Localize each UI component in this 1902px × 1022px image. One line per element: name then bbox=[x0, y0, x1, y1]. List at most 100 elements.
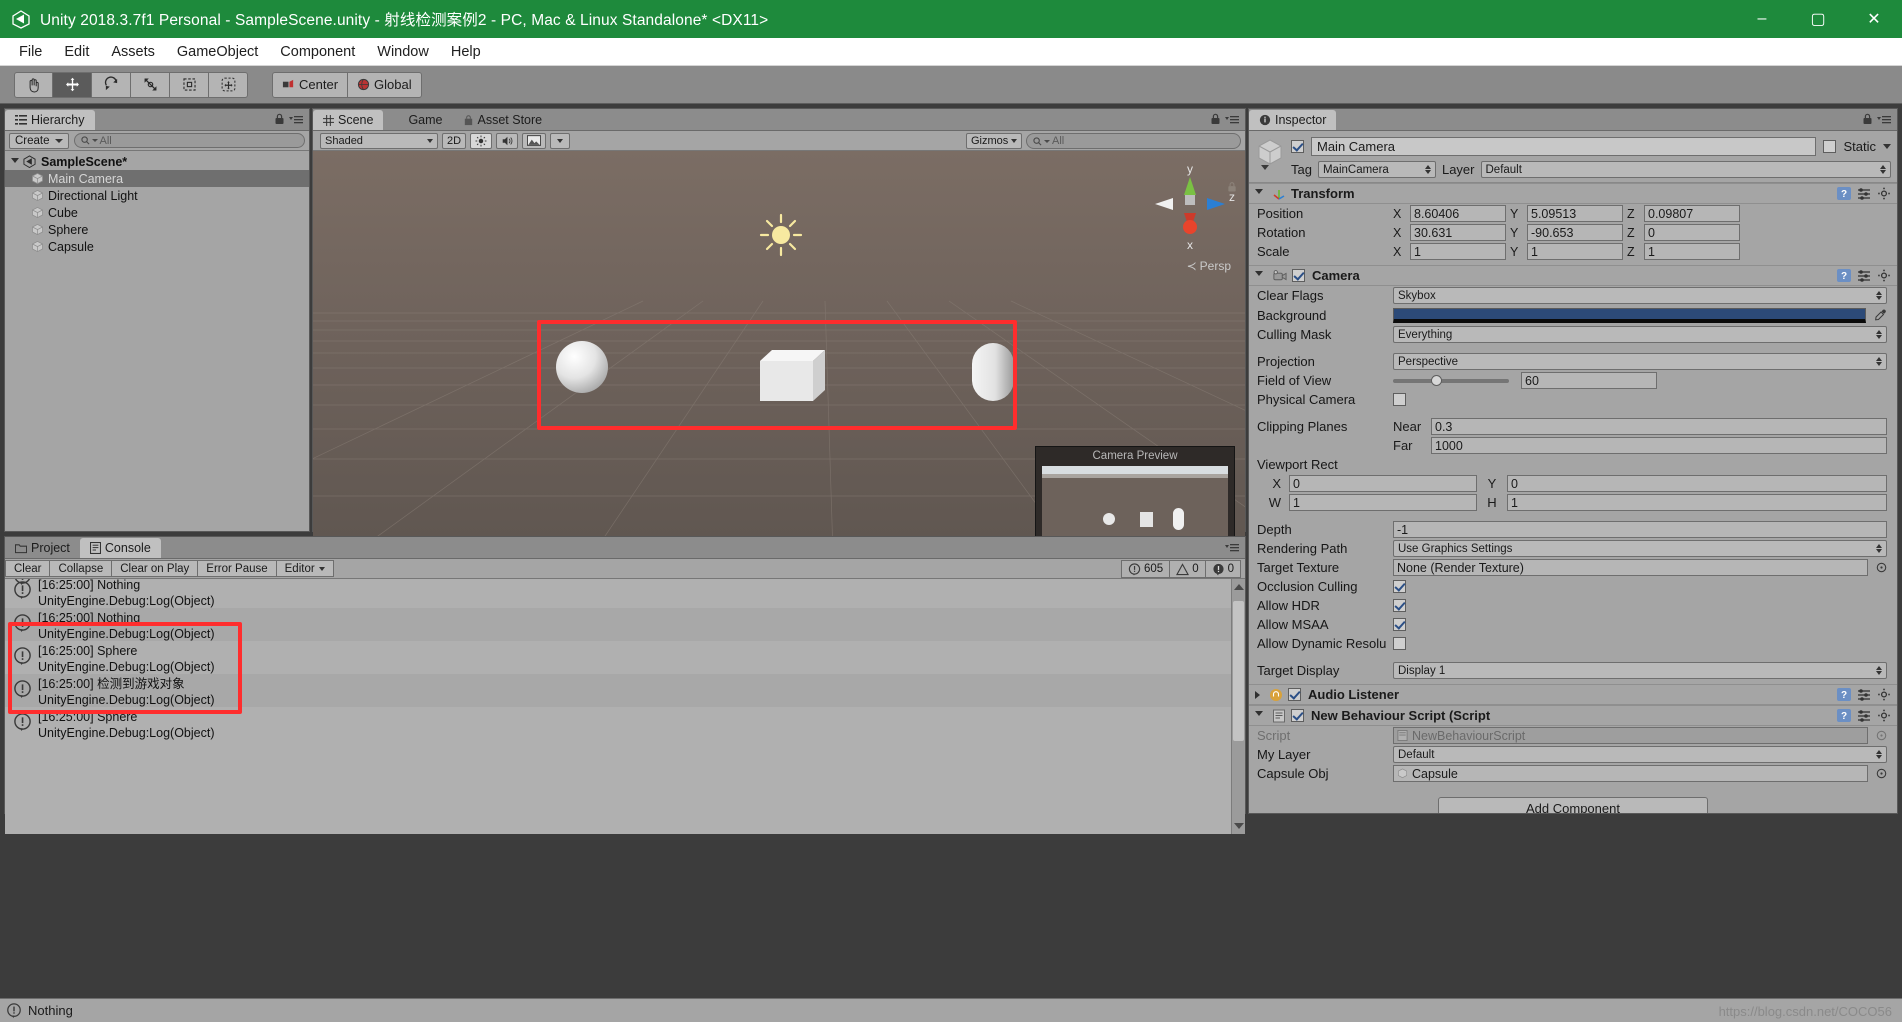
hierarchy-item-main-camera[interactable]: Main Camera bbox=[5, 170, 309, 187]
hierarchy-scene-row[interactable]: SampleScene* bbox=[5, 153, 309, 170]
menu-file[interactable]: File bbox=[8, 41, 53, 63]
scene-audio-toggle[interactable] bbox=[496, 132, 519, 149]
info-count[interactable]: 605 bbox=[1121, 560, 1171, 578]
chevron-right-icon[interactable] bbox=[1255, 711, 1263, 720]
allow-dynamic-resolution-checkbox[interactable] bbox=[1393, 637, 1406, 650]
rotation-y-field[interactable]: -90.653 bbox=[1527, 224, 1623, 241]
minimize-button[interactable]: – bbox=[1734, 0, 1790, 38]
layer-dropdown[interactable]: Default bbox=[1480, 161, 1891, 178]
gizmos-dropdown[interactable]: Gizmos bbox=[966, 133, 1022, 149]
preset-icon[interactable] bbox=[1857, 709, 1871, 722]
my-layer-dropdown[interactable]: Default bbox=[1393, 746, 1887, 763]
collapse-button[interactable]: Collapse bbox=[50, 560, 113, 577]
chevron-right-icon[interactable] bbox=[1255, 690, 1260, 699]
log-row[interactable]: [16:25:00] Nothing UnityEngine.Debug:Log… bbox=[5, 579, 1245, 608]
gear-icon[interactable] bbox=[1877, 688, 1891, 701]
menu-window[interactable]: Window bbox=[366, 41, 440, 63]
static-checkbox[interactable] bbox=[1823, 140, 1837, 153]
object-picker-icon[interactable] bbox=[1876, 562, 1887, 573]
rotation-z-field[interactable]: 0 bbox=[1644, 224, 1740, 241]
background-color-swatch[interactable] bbox=[1393, 307, 1866, 323]
two-d-toggle[interactable]: 2D bbox=[442, 132, 467, 149]
hierarchy-item-capsule[interactable]: Capsule bbox=[5, 238, 309, 255]
editor-dropdown[interactable]: Editor bbox=[276, 560, 334, 577]
create-button[interactable]: Create bbox=[9, 132, 69, 149]
help-icon[interactable]: ? bbox=[1837, 709, 1851, 722]
near-field[interactable]: 0.3 bbox=[1431, 418, 1887, 435]
viewport-w-field[interactable]: 1 bbox=[1289, 494, 1477, 511]
chevron-down-icon[interactable] bbox=[1883, 144, 1891, 149]
menu-help[interactable]: Help bbox=[440, 41, 492, 63]
chevron-right-icon[interactable] bbox=[1255, 189, 1263, 198]
hierarchy-item-cube[interactable]: Cube bbox=[5, 204, 309, 221]
tab-scene[interactable]: Scene bbox=[313, 110, 384, 130]
menu-assets[interactable]: Assets bbox=[100, 41, 166, 63]
hierarchy-item-directional-light[interactable]: Directional Light bbox=[5, 187, 309, 204]
warning-count[interactable]: 0 bbox=[1170, 560, 1206, 578]
clear-button[interactable]: Clear bbox=[5, 560, 51, 577]
scroll-down-arrow[interactable] bbox=[1234, 823, 1244, 829]
menu-gameobject[interactable]: GameObject bbox=[166, 41, 269, 63]
script-enabled-checkbox[interactable] bbox=[1291, 709, 1304, 722]
help-icon[interactable]: ? bbox=[1837, 688, 1851, 701]
panel-menu-icon[interactable] bbox=[1225, 541, 1239, 553]
transform-tool-button[interactable] bbox=[209, 71, 248, 98]
object-picker-icon[interactable] bbox=[1876, 768, 1887, 779]
gear-icon[interactable] bbox=[1877, 187, 1891, 200]
scale-y-field[interactable]: 1 bbox=[1527, 243, 1623, 260]
scene-fx-toggle[interactable] bbox=[522, 132, 547, 149]
maximize-button[interactable]: ▢ bbox=[1790, 0, 1846, 38]
panel-menu-icon[interactable] bbox=[289, 113, 303, 125]
chevron-down-icon[interactable] bbox=[11, 158, 19, 167]
gear-icon[interactable] bbox=[1877, 269, 1891, 282]
error-count[interactable]: 0 bbox=[1205, 560, 1241, 578]
capsule-obj-field[interactable]: Capsule bbox=[1393, 765, 1868, 782]
camera-enabled-checkbox[interactable] bbox=[1292, 269, 1305, 282]
camera-component-header[interactable]: Camera ? bbox=[1249, 265, 1897, 286]
rect-tool-button[interactable] bbox=[170, 71, 209, 98]
add-component-button[interactable]: Add Component bbox=[1438, 797, 1708, 813]
audio-listener-component-header[interactable]: Audio Listener ? bbox=[1249, 684, 1897, 705]
object-enabled-checkbox[interactable] bbox=[1291, 140, 1304, 153]
help-icon[interactable]: ? bbox=[1837, 269, 1851, 282]
tag-dropdown[interactable]: MainCamera bbox=[1317, 161, 1436, 178]
perspective-label[interactable]: ≺ Persp bbox=[1187, 259, 1231, 273]
audio-listener-enabled-checkbox[interactable] bbox=[1288, 688, 1301, 701]
projection-dropdown[interactable]: Perspective bbox=[1393, 353, 1887, 370]
error-pause-button[interactable]: Error Pause bbox=[198, 560, 277, 577]
hand-tool-button[interactable] bbox=[14, 71, 53, 98]
rendering-path-dropdown[interactable]: Use Graphics Settings bbox=[1393, 540, 1887, 557]
scene-orientation-gizmo[interactable]: y x z bbox=[1145, 159, 1235, 269]
position-z-field[interactable]: 0.09807 bbox=[1644, 205, 1740, 222]
rotation-x-field[interactable]: 30.631 bbox=[1410, 224, 1506, 241]
space-mode-button[interactable]: Global bbox=[348, 71, 422, 98]
console-log-list[interactable]: UnityEngine.Debug:Log(Object) [16:25:00]… bbox=[5, 579, 1245, 834]
scene-viewport[interactable]: y x z ≺ Persp Camera Preview bbox=[313, 151, 1245, 552]
position-y-field[interactable]: 5.09513 bbox=[1527, 205, 1623, 222]
tab-asset-store[interactable]: Asset Store bbox=[453, 110, 553, 130]
gear-icon[interactable] bbox=[1877, 709, 1891, 722]
transform-component-header[interactable]: Transform ? bbox=[1249, 183, 1897, 204]
allow-msaa-checkbox[interactable] bbox=[1393, 618, 1406, 631]
preset-icon[interactable] bbox=[1857, 688, 1871, 701]
scroll-up-arrow[interactable] bbox=[1234, 584, 1244, 590]
slider-knob[interactable] bbox=[1431, 375, 1443, 386]
scale-x-field[interactable]: 1 bbox=[1410, 243, 1506, 260]
pivot-mode-button[interactable]: Center bbox=[272, 71, 349, 98]
move-tool-button[interactable] bbox=[53, 71, 92, 98]
panel-menu-icon[interactable] bbox=[1225, 113, 1239, 125]
scene-lighting-toggle[interactable] bbox=[470, 132, 493, 149]
rotate-tool-button[interactable] bbox=[92, 71, 131, 98]
depth-field[interactable]: -1 bbox=[1393, 521, 1887, 538]
scene-fx-dropdown[interactable] bbox=[550, 132, 571, 149]
panel-menu-icon[interactable] bbox=[1877, 113, 1891, 125]
tab-game[interactable]: Game bbox=[383, 110, 452, 130]
preset-icon[interactable] bbox=[1857, 187, 1871, 200]
help-icon[interactable]: ? bbox=[1837, 187, 1851, 200]
far-field[interactable]: 1000 bbox=[1431, 437, 1887, 454]
preset-icon[interactable] bbox=[1857, 269, 1871, 282]
scale-z-field[interactable]: 1 bbox=[1644, 243, 1740, 260]
script-component-header[interactable]: New Behaviour Script (Script ? bbox=[1249, 705, 1897, 726]
chevron-right-icon[interactable] bbox=[1255, 271, 1263, 280]
physical-camera-checkbox[interactable] bbox=[1393, 393, 1406, 406]
